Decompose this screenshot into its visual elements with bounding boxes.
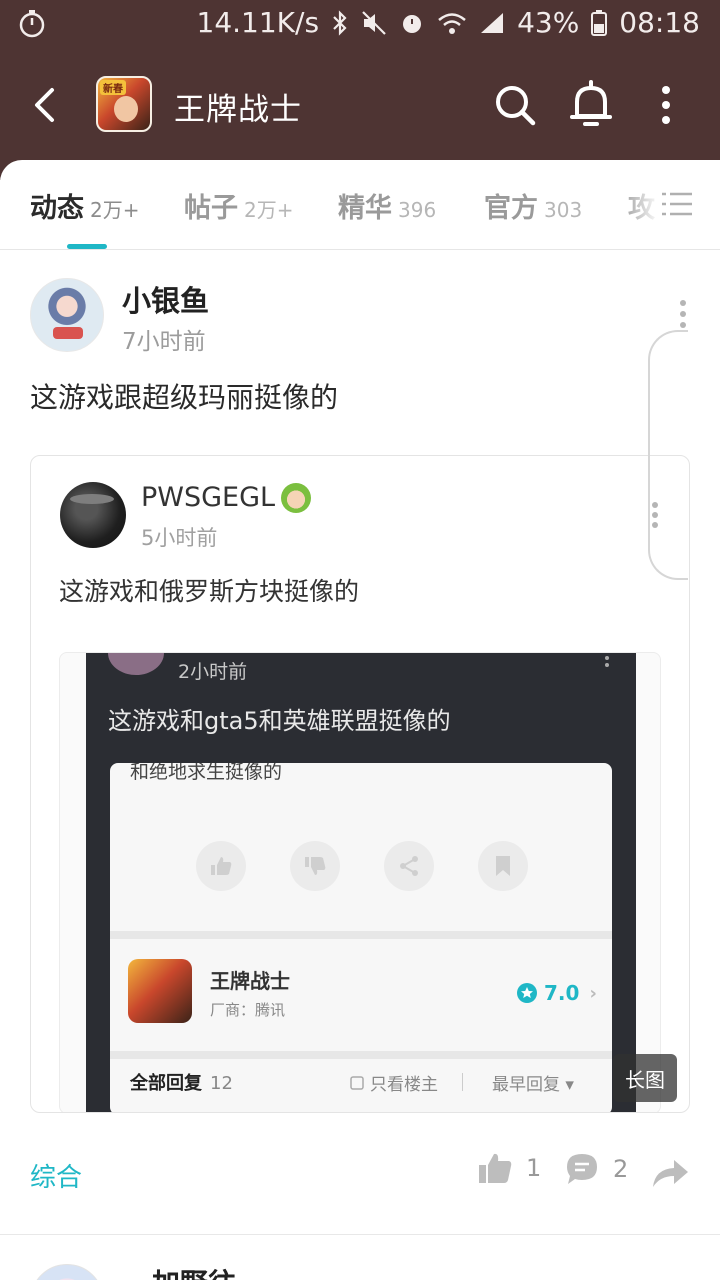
image-card: 和绝地求生挺像的 王牌战士 厂商：腾讯 7.0 › 全部回复 12 只看楼主 最…: [110, 763, 612, 1112]
toolbar: 新春 王牌战士: [0, 60, 720, 150]
mute-icon: [361, 10, 387, 36]
avatar[interactable]: [60, 482, 126, 548]
tab-count: 303: [544, 198, 583, 222]
tab-menu-button[interactable]: [660, 190, 694, 218]
quoted-author[interactable]: PWSGEGL: [141, 482, 312, 513]
share-icon: [384, 841, 434, 891]
image-time: 2小时前: [178, 661, 248, 683]
bluetooth-icon: [331, 9, 349, 36]
tab-count: 2万+: [244, 198, 294, 222]
quoted-time: 5小时前: [141, 526, 218, 550]
next-image-peek: [648, 330, 688, 580]
next-post-author[interactable]: 加野往: [152, 1262, 236, 1280]
alarm-icon: [399, 10, 425, 36]
search-button[interactable]: [492, 82, 538, 128]
tab-label: 精华: [338, 193, 392, 224]
image-only-op: 只看楼主: [350, 1070, 438, 1095]
post-divider: [0, 1234, 720, 1235]
image-text: 这游戏和gta5和英雄联盟挺像的: [108, 707, 451, 735]
comment-count: 2: [613, 1155, 629, 1183]
thumb-down-icon: [290, 841, 340, 891]
list-icon: [662, 192, 692, 216]
stopwatch-icon: [18, 8, 48, 38]
battery-percent: 43%: [517, 6, 580, 39]
share-arrow-icon: [653, 1160, 688, 1187]
page-title: 王牌战士: [174, 92, 302, 128]
star-icon: [517, 983, 537, 1003]
tab-official[interactable]: 官方 303: [484, 186, 582, 225]
post-more-button[interactable]: [672, 298, 694, 330]
quoted-post[interactable]: PWSGEGL 5小时前 这游戏和俄罗斯方块挺像的 2小时前 这游戏和gta5和…: [30, 455, 690, 1113]
long-image-badge: 长图: [613, 1054, 677, 1102]
post-author[interactable]: 小银鱼: [122, 278, 209, 320]
app-header-bar: 14.11K/s 43% 08:18 新春 王牌战士: [0, 0, 720, 180]
screenshot-image: 2小时前 这游戏和gta5和英雄联盟挺像的 和绝地求生挺像的 王牌战士 厂商：腾…: [86, 653, 636, 1112]
more-vertical-icon: [662, 86, 670, 124]
post-text: 这游戏跟超级玛丽挺像的: [30, 381, 339, 414]
status-bar: 14.11K/s 43% 08:18: [0, 0, 720, 50]
game-icon[interactable]: 新春: [96, 76, 152, 132]
tab-count: 2万+: [90, 198, 140, 222]
thumb-up-icon: [479, 1153, 512, 1183]
comment-icon: [567, 1154, 597, 1184]
battery-icon: [591, 9, 608, 36]
chevron-left-icon: [35, 88, 54, 122]
post-time: 7小时前: [122, 329, 206, 355]
quoted-author-name: PWSGEGL: [141, 482, 276, 513]
avatar[interactable]: [30, 1264, 104, 1280]
back-button[interactable]: [22, 80, 66, 130]
tab-label: 动态: [30, 193, 84, 224]
tab-label: 帖子: [184, 193, 238, 224]
share-button[interactable]: [650, 1154, 690, 1194]
image-replies: 全部回复 12: [130, 1073, 233, 1094]
image-game-name: 王牌战士: [210, 969, 290, 993]
image-card-text: 和绝地求生挺像的: [130, 763, 283, 783]
tab-strip: 动态 2万+ 帖子 2万+ 精华 396 官方 303 攻: [0, 160, 720, 250]
image-sort: 最早回复 ▾: [492, 1075, 574, 1095]
tab-featured[interactable]: 精华 396: [338, 186, 436, 225]
tab-dynamics[interactable]: 动态 2万+: [30, 186, 139, 225]
post-image[interactable]: 2小时前 这游戏和gta5和英雄联盟挺像的 和绝地求生挺像的 王牌战士 厂商：腾…: [59, 652, 661, 1112]
notifications-button[interactable]: [568, 80, 614, 130]
game-icon: [128, 959, 192, 1023]
tab-posts[interactable]: 帖子 2万+: [184, 186, 293, 225]
like-button[interactable]: 1: [478, 1152, 541, 1184]
comment-button[interactable]: 2: [565, 1152, 628, 1186]
game-icon-tag: 新春: [100, 80, 126, 95]
more-vertical-icon: [602, 653, 612, 667]
checkbox-icon: [350, 1075, 364, 1090]
search-icon: [496, 86, 536, 126]
signal-icon: [479, 11, 505, 35]
bookmark-icon: [478, 841, 528, 891]
clock: 08:18: [619, 6, 700, 39]
user-badge-icon: [281, 482, 312, 513]
topic-tag[interactable]: 综合: [30, 1157, 82, 1194]
image-game-vendor: 厂商：腾讯: [210, 1001, 286, 1019]
quoted-text: 这游戏和俄罗斯方块挺像的: [59, 577, 360, 606]
tab-label: 官方: [484, 193, 538, 224]
image-game-score: 7.0 ›: [516, 981, 597, 1005]
bell-icon: [570, 80, 612, 126]
network-speed: 14.11K/s: [196, 6, 320, 39]
wifi-icon: [437, 11, 467, 35]
tab-count: 396: [398, 198, 437, 222]
avatar[interactable]: [30, 278, 104, 352]
more-vertical-icon: [680, 300, 686, 328]
more-options-button[interactable]: [648, 82, 684, 128]
thumb-up-icon: [196, 841, 246, 891]
like-count: 1: [526, 1154, 542, 1182]
tab-active-indicator: [67, 244, 107, 249]
